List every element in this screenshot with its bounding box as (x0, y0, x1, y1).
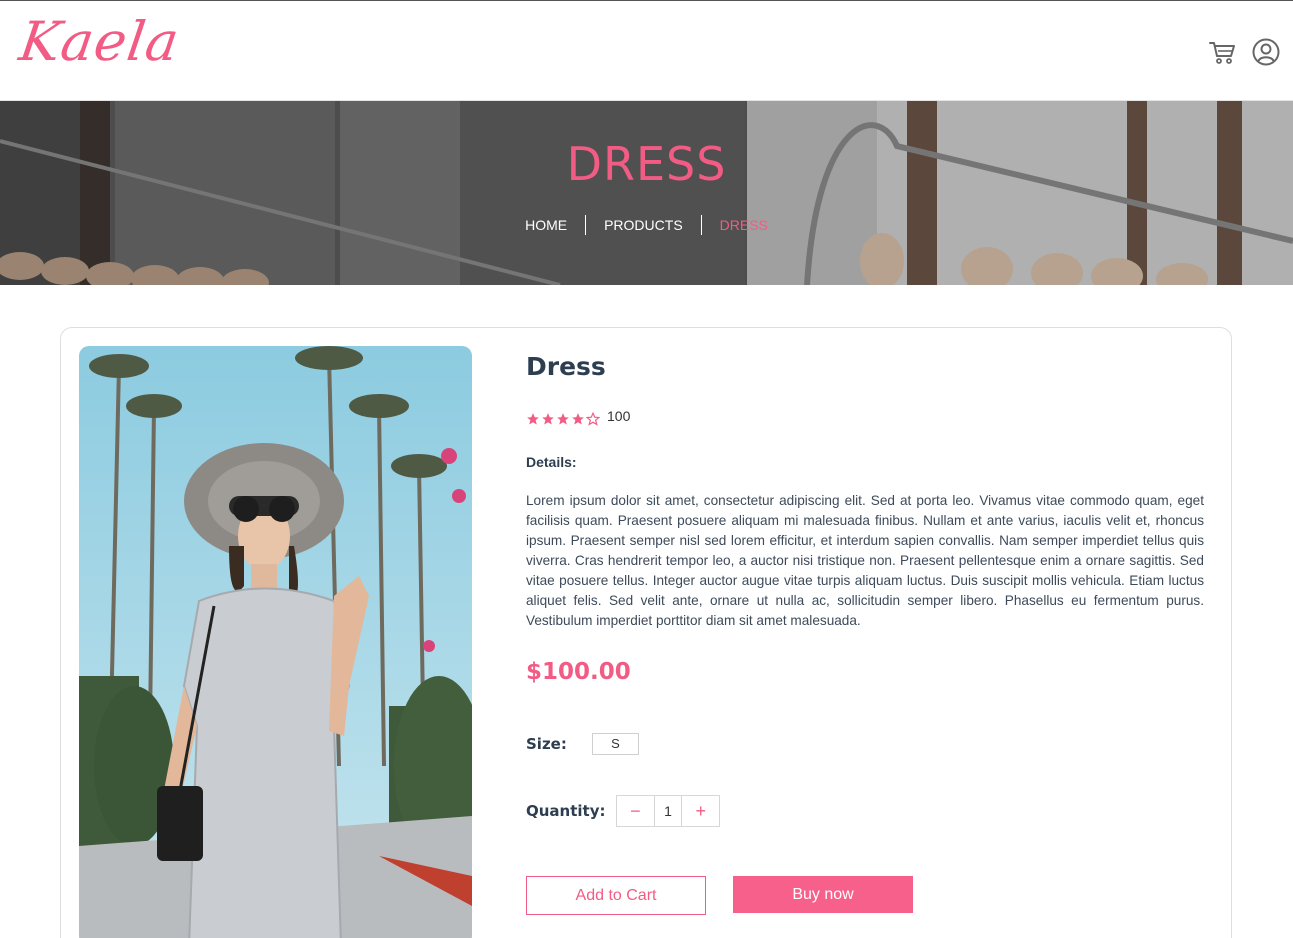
breadcrumb-home[interactable]: HOME (507, 215, 585, 235)
product-title: Dress (526, 352, 606, 381)
product-rating: 100 (526, 408, 631, 427)
buy-now-button[interactable]: Buy now (733, 876, 913, 913)
quantity-decrease-button[interactable]: − (617, 796, 654, 826)
hero-banner: DRESS HOME PRODUCTS DRESS (0, 101, 1293, 285)
star-outline-icon (586, 412, 600, 426)
breadcrumb-products[interactable]: PRODUCTS (586, 215, 701, 235)
breadcrumb-current: DRESS (719, 217, 768, 233)
details-label: Details: (526, 454, 577, 470)
brand-logo[interactable]: Kaela (16, 10, 184, 73)
size-option[interactable]: S (592, 733, 639, 755)
quantity-stepper: − 1 + (616, 795, 720, 827)
product-description: Lorem ipsum dolor sit amet, consectetur … (526, 493, 1204, 628)
add-to-cart-button[interactable]: Add to Cart (526, 876, 706, 915)
rating-count: 100 (607, 408, 631, 424)
site-header: Kaela (0, 0, 1293, 101)
breadcrumb: HOME PRODUCTS DRESS (0, 215, 1293, 235)
quantity-increase-button[interactable]: + (682, 796, 719, 826)
product-image (79, 346, 472, 938)
quantity-label: Quantity: (526, 802, 606, 820)
star-filled-icon (557, 413, 569, 425)
size-label: Size: (526, 735, 567, 753)
star-filled-icon (572, 413, 584, 425)
star-filled-icon (527, 413, 539, 425)
hero-overlay (0, 101, 1293, 285)
quantity-value[interactable]: 1 (653, 796, 683, 826)
user-circle-icon[interactable] (1251, 37, 1281, 67)
cart-icon[interactable] (1207, 37, 1237, 67)
product-price: $100.00 (526, 659, 631, 685)
page-title: DRESS (566, 137, 727, 191)
star-filled-icon (542, 413, 554, 425)
